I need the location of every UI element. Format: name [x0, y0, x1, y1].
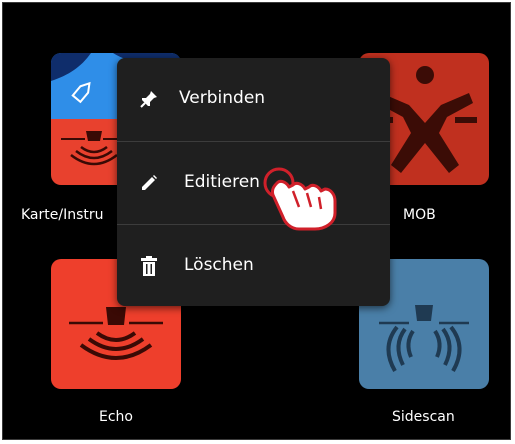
- loeschen-label: Löschen: [184, 255, 254, 275]
- verbinden-label: Verbinden: [179, 88, 266, 108]
- pin-icon: [140, 91, 157, 108]
- menu-item-verbinden[interactable]: Verbinden: [117, 58, 390, 140]
- sidescan-label: Sidescan: [392, 409, 455, 425]
- tap-hand-icon: [263, 167, 337, 231]
- mob-label: MOB: [403, 207, 436, 223]
- app-screen: Karte/Instru MOB Echo Sidescan Verbinden…: [2, 2, 511, 440]
- echo-label: Echo: [99, 409, 133, 425]
- editieren-label: Editieren: [184, 172, 260, 192]
- karte-label: Karte/Instru: [21, 207, 104, 223]
- trash-icon: [141, 256, 157, 276]
- pencil-icon: [142, 175, 157, 190]
- menu-item-loeschen[interactable]: Löschen: [117, 225, 390, 307]
